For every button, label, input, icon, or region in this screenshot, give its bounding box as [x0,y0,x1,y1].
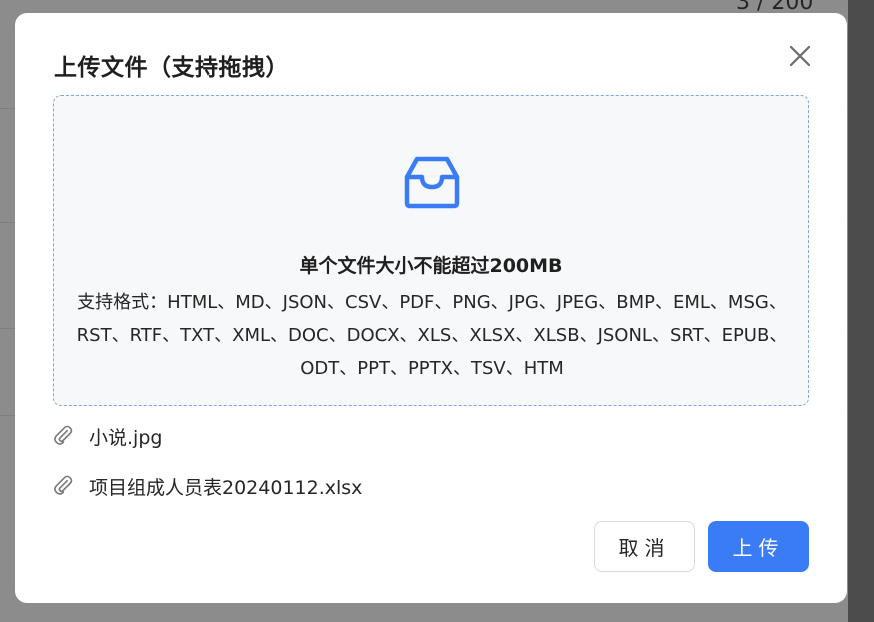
dropzone-size-hint: 单个文件大小不能超过200MB [299,255,563,277]
upload-dropzone[interactable]: 单个文件大小不能超过200MB 支持格式：HTML、MD、JSON、CSV、PD… [53,95,809,406]
paperclip-icon [54,475,73,495]
close-button[interactable] [787,43,813,69]
file-list-item[interactable]: 小说.jpg [53,421,162,451]
file-name: 项目组成人员表20240112.xlsx [89,476,363,499]
upload-button[interactable]: 上传 [708,521,809,572]
upload-dialog: 上传文件（支持拖拽） 单个文件大小不能超过200MB 支持格式：HTML、MD、… [15,13,847,603]
paperclip-icon [54,425,73,445]
inbox-icon [404,156,460,209]
file-list-item[interactable]: 项目组成人员表20240112.xlsx [53,471,362,501]
cancel-button[interactable]: 取消 [594,521,695,572]
file-name: 小说.jpg [89,426,163,449]
dropzone-formats-hint: 支持格式：HTML、MD、JSON、CSV、PDF、PNG、JPG、JPEG、B… [76,292,788,379]
dialog-title: 上传文件（支持拖拽） [54,55,289,81]
close-icon [789,45,811,67]
